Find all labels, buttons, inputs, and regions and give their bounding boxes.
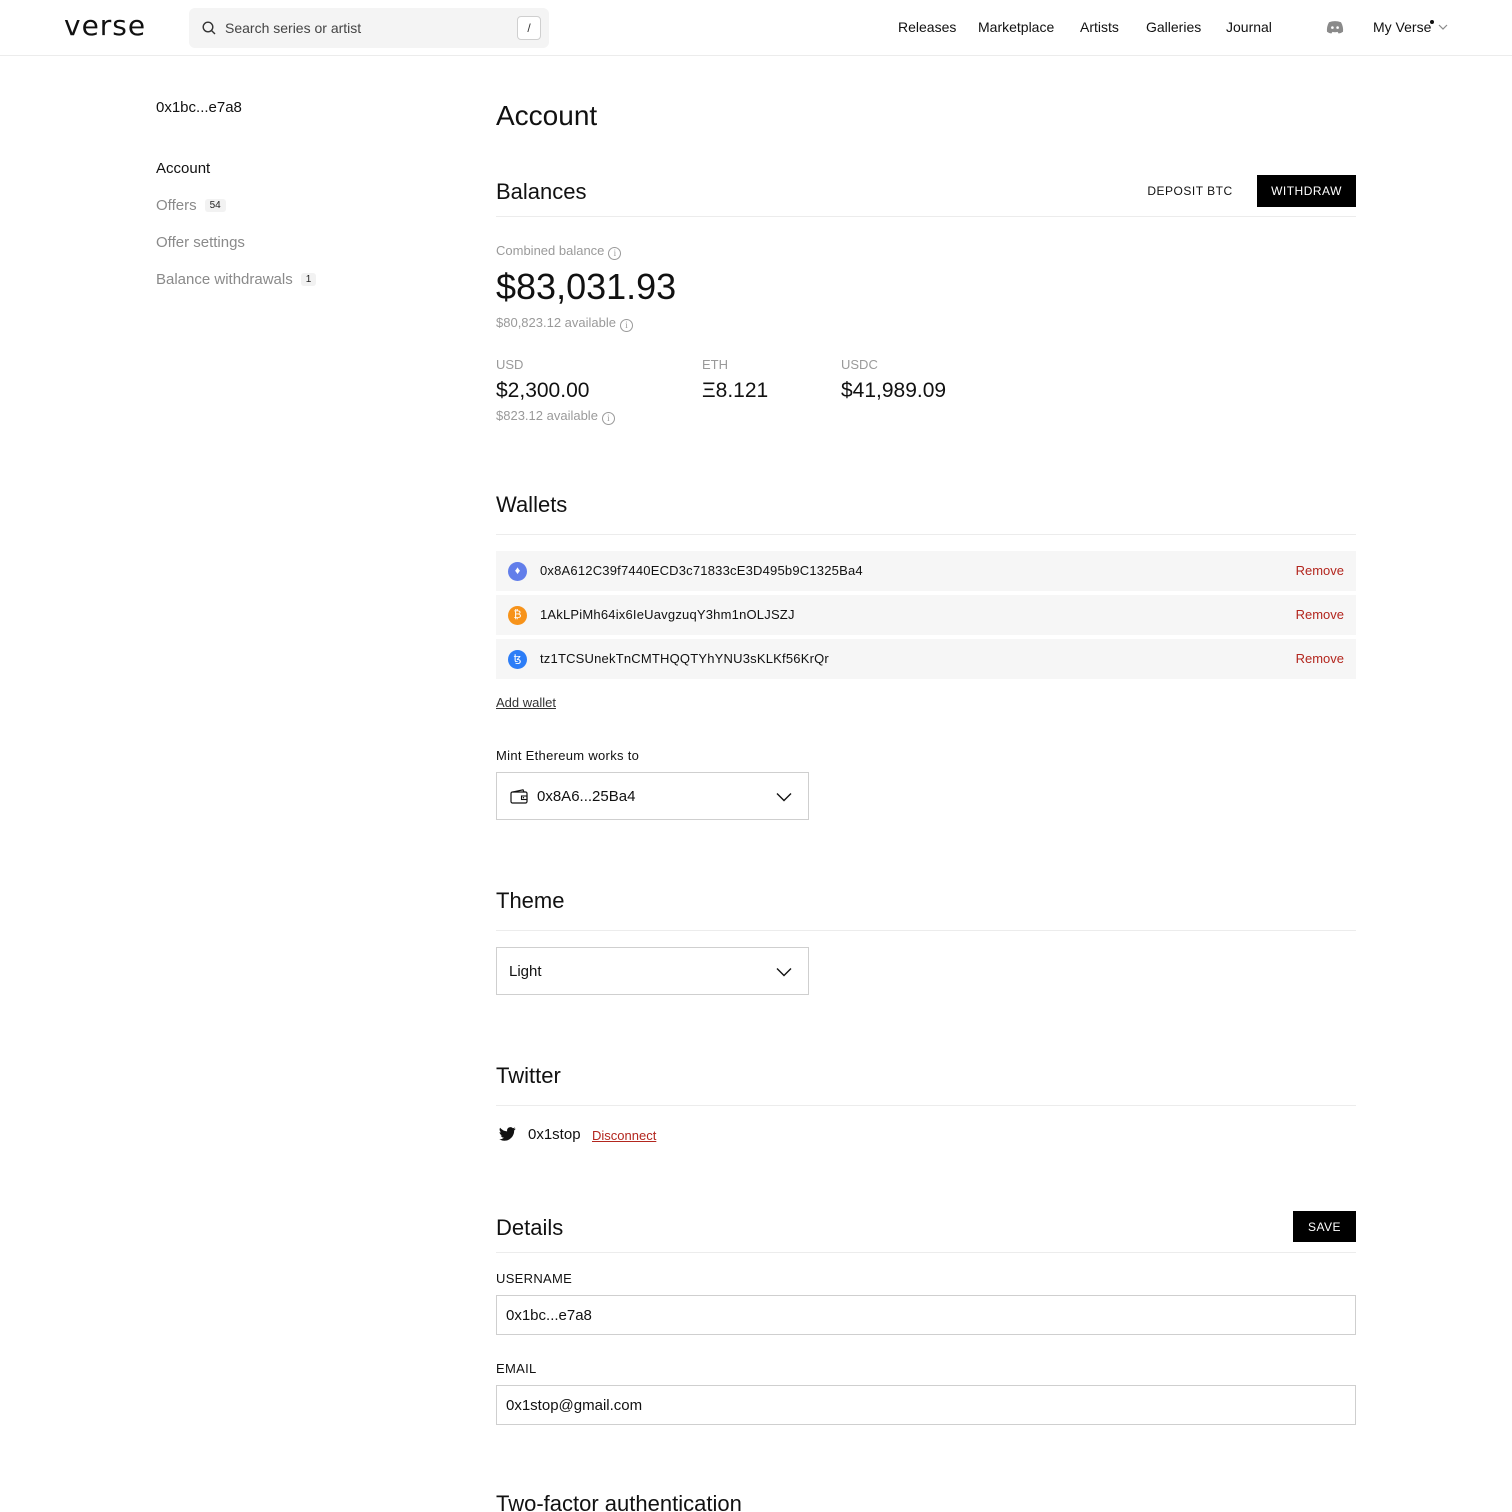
search-shortcut-key: / xyxy=(517,16,541,40)
info-icon[interactable]: i xyxy=(601,412,615,425)
currency-code-usdc: USDC xyxy=(841,357,878,372)
withdraw-button[interactable]: WITHDRAW xyxy=(1257,175,1356,207)
email-input[interactable] xyxy=(496,1385,1356,1425)
theme-select[interactable]: Light xyxy=(496,947,809,995)
divider xyxy=(496,216,1356,217)
remove-wallet-button[interactable]: Remove xyxy=(1296,607,1344,622)
remove-wallet-button[interactable]: Remove xyxy=(1296,563,1344,578)
wallet-address: 1AkLPiMh64ix6IeUavgzuqY3hm1nOLJSZJ xyxy=(540,607,795,622)
bitcoin-icon: ₿ xyxy=(508,606,527,625)
sidebar-item-label: Account xyxy=(156,160,211,177)
my-verse-label: My Verse xyxy=(1373,19,1432,35)
tezos-icon: ꜩ xyxy=(508,650,527,669)
info-icon[interactable]: i xyxy=(608,247,622,260)
sidebar-item-offer-settings[interactable]: Offer settings xyxy=(156,234,245,251)
nav-artists[interactable]: Artists xyxy=(1080,19,1119,35)
search-bar[interactable]: / xyxy=(189,8,549,48)
chevron-down-icon xyxy=(1438,24,1448,30)
currency-code-eth: ETH xyxy=(702,357,728,372)
chevron-down-icon xyxy=(776,793,792,802)
two-factor-heading: Two-factor authentication xyxy=(496,1491,742,1512)
wallet-row: ♦ 0x8A612C39f7440ECD3c71833cE3D495b9C132… xyxy=(496,551,1356,591)
twitter-handle: 0x1stop xyxy=(528,1126,581,1143)
mint-wallet-value: 0x8A6...25Ba4 xyxy=(537,788,636,805)
sidebar-item-account[interactable]: Account xyxy=(156,160,210,177)
mint-ethereum-label: Mint Ethereum works to xyxy=(496,748,640,763)
twitter-icon xyxy=(499,1127,516,1141)
username-input[interactable] xyxy=(496,1295,1356,1335)
currency-value-usdc: $41,989.09 xyxy=(841,379,947,402)
username-label: USERNAME xyxy=(496,1271,573,1286)
wallet-row: ₿ 1AkLPiMh64ix6IeUavgzuqY3hm1nOLJSZJ Rem… xyxy=(496,595,1356,635)
sidebar-username: 0x1bc...e7a8 xyxy=(156,99,242,116)
wallet-icon xyxy=(510,789,528,804)
ethereum-icon: ♦ xyxy=(508,562,527,581)
usd-available: $823.12 available i xyxy=(496,408,615,425)
divider xyxy=(496,534,1356,535)
twitter-disconnect-link[interactable]: Disconnect xyxy=(592,1128,656,1143)
remove-wallet-button[interactable]: Remove xyxy=(1296,651,1344,666)
sidebar-item-label: Offer settings xyxy=(156,234,245,251)
nav-releases[interactable]: Releases xyxy=(898,19,956,35)
save-button[interactable]: SAVE xyxy=(1293,1211,1356,1242)
discord-icon[interactable] xyxy=(1326,20,1344,34)
wallets-heading: Wallets xyxy=(496,492,568,517)
mint-wallet-select[interactable]: 0x8A6...25Ba4 xyxy=(496,772,809,820)
page-title: Account xyxy=(496,100,598,131)
nav-galleries[interactable]: Galleries xyxy=(1146,19,1201,35)
divider xyxy=(496,1105,1356,1106)
notification-dot xyxy=(1430,20,1434,24)
combined-available-text: $80,823.12 available xyxy=(496,315,616,330)
wallet-address: 0x8A612C39f7440ECD3c71833cE3D495b9C1325B… xyxy=(540,563,863,578)
my-verse-menu[interactable]: My Verse xyxy=(1373,19,1448,35)
withdrawals-count-badge: 1 xyxy=(300,273,317,286)
sidebar-item-label: Balance withdrawals xyxy=(156,271,293,288)
search-icon xyxy=(202,21,216,35)
sidebar-item-label: Offers xyxy=(156,197,197,214)
verse-logo[interactable]: verse xyxy=(64,9,146,42)
divider xyxy=(496,930,1356,931)
top-navigation-bar: verse / Releases Marketplace Artists Gal… xyxy=(0,0,1512,56)
nav-marketplace[interactable]: Marketplace xyxy=(978,19,1054,35)
email-label: EMAIL xyxy=(496,1361,537,1376)
wallet-row: ꜩ tz1TCSUnekTnCMTHQQTYhYNU3sKLKf56KrQr R… xyxy=(496,639,1356,679)
details-heading: Details xyxy=(496,1215,564,1240)
offers-count-badge: 54 xyxy=(204,199,226,212)
search-input[interactable] xyxy=(225,8,505,48)
balances-heading: Balances xyxy=(496,179,587,204)
theme-value: Light xyxy=(509,963,542,980)
nav-journal[interactable]: Journal xyxy=(1226,19,1272,35)
chevron-down-icon xyxy=(776,968,792,977)
sidebar-item-balance-withdrawals[interactable]: Balance withdrawals 1 xyxy=(156,271,317,288)
currency-value-usd: $2,300.00 xyxy=(496,379,590,402)
twitter-heading: Twitter xyxy=(496,1063,561,1088)
theme-heading: Theme xyxy=(496,888,565,913)
deposit-btc-button[interactable]: DEPOSIT BTC xyxy=(1140,175,1240,207)
combined-balance-label: Combined balance i xyxy=(496,243,622,260)
info-icon[interactable]: i xyxy=(620,319,633,332)
currency-value-eth: Ξ8.121 xyxy=(702,379,769,402)
divider xyxy=(496,1252,1356,1253)
wallet-address: tz1TCSUnekTnCMTHQQTYhYNU3sKLKf56KrQr xyxy=(540,651,829,666)
currency-code-usd: USD xyxy=(496,357,524,372)
sidebar-item-offers[interactable]: Offers 54 xyxy=(156,197,226,214)
combined-balance-label-text: Combined balance xyxy=(496,243,605,258)
add-wallet-link[interactable]: Add wallet xyxy=(496,695,556,710)
combined-balance-value: $83,031.93 xyxy=(496,266,677,307)
combined-available: $80,823.12 available i xyxy=(496,315,633,332)
usd-available-text: $823.12 available xyxy=(496,408,598,423)
